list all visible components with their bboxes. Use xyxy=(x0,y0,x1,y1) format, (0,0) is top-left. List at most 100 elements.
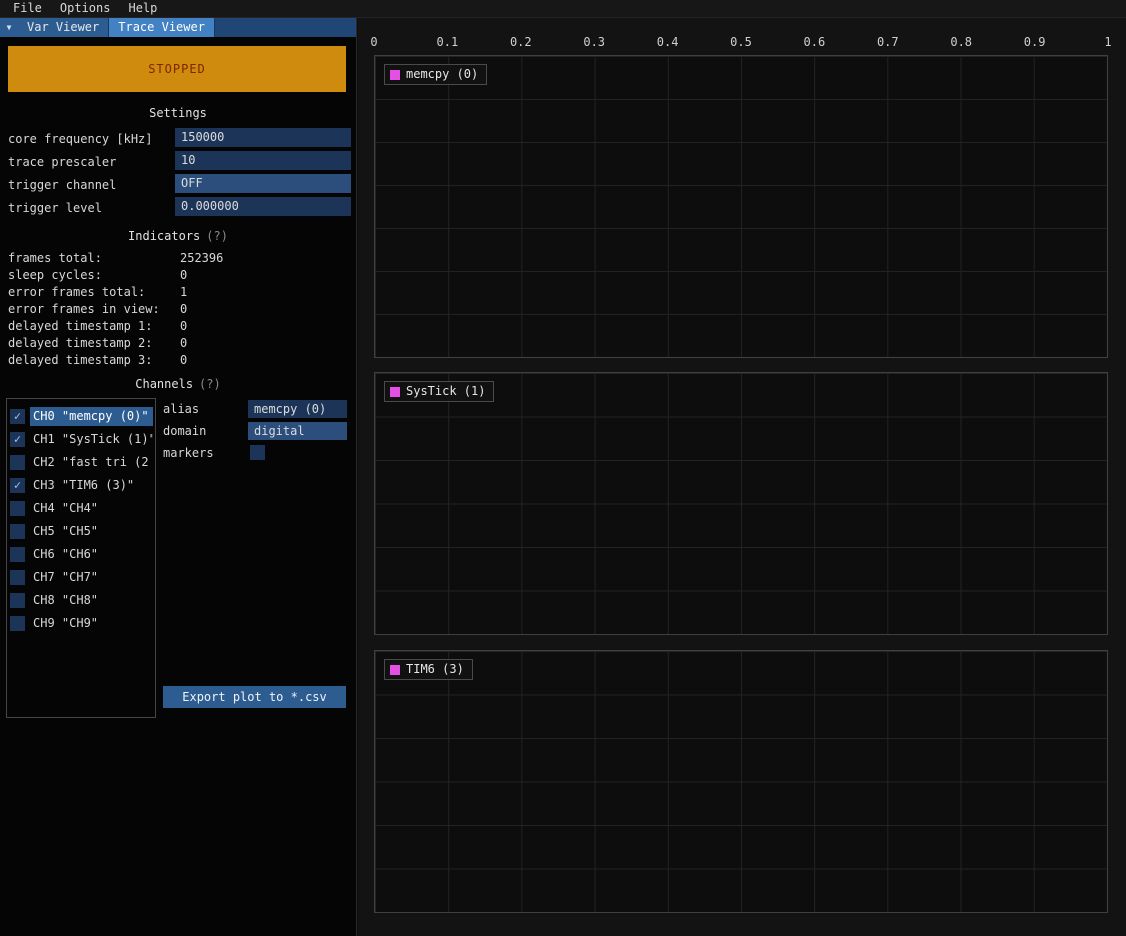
channel-label[interactable]: CH6 "CH6" xyxy=(30,545,153,564)
channel-checkbox[interactable]: ✓ xyxy=(10,409,25,424)
x-axis-tick-label: 0.2 xyxy=(510,35,532,49)
channel-checkbox[interactable] xyxy=(10,616,25,631)
settings-rows: core frequency [kHz] 150000 trace prescale… xyxy=(0,128,356,220)
channel-row: CH8 "CH8" xyxy=(7,589,155,612)
channel-label[interactable]: CH2 "fast tri (2 xyxy=(30,453,153,472)
setting-label: trigger level xyxy=(8,199,102,218)
channel-row: CH2 "fast tri (2 xyxy=(7,451,155,474)
indicator-row: sleep cycles:0 xyxy=(0,267,356,284)
channel-row: ✓ CH0 "memcpy (0)" xyxy=(7,405,155,428)
channel-row: CH4 "CH4" xyxy=(7,497,155,520)
channel-checkbox[interactable] xyxy=(10,593,25,608)
alias-input[interactable]: memcpy (0) xyxy=(248,400,347,418)
indicator-value: 1 xyxy=(180,284,187,301)
setting-input[interactable]: 10 xyxy=(175,151,351,170)
channel-row: CH9 "CH9" xyxy=(7,612,155,635)
channel-row: CH7 "CH7" xyxy=(7,566,155,589)
x-axis-tick-label: 0.9 xyxy=(1024,35,1046,49)
channel-checkbox[interactable] xyxy=(10,570,25,585)
channel-label[interactable]: CH8 "CH8" xyxy=(30,591,153,610)
settings-header-label: Settings xyxy=(149,106,207,120)
indicator-row: error frames total:1 xyxy=(0,284,356,301)
setting-label: core frequency [kHz] xyxy=(8,130,153,149)
settings-header: Settings xyxy=(0,106,356,120)
legend-label: SysTick (1) xyxy=(406,385,485,398)
alias-label: alias xyxy=(163,400,199,418)
channels-header-label: Channels xyxy=(135,377,193,391)
plot-legend[interactable]: TIM6 (3) xyxy=(384,659,473,680)
help-icon[interactable]: (?) xyxy=(199,377,221,391)
channel-checkbox[interactable] xyxy=(10,501,25,516)
menu-item-help[interactable]: Help xyxy=(119,0,166,17)
setting-input[interactable]: 150000 xyxy=(175,128,351,147)
channel-row: ✓ CH1 "SysTick (1)" xyxy=(7,428,155,451)
plot-area: 00.10.20.30.40.50.60.70.80.91 memcpy (0)… xyxy=(358,18,1126,936)
markers-checkbox[interactable] xyxy=(250,445,265,460)
channel-label[interactable]: CH1 "SysTick (1)" xyxy=(30,430,153,449)
channel-row: CH5 "CH5" xyxy=(7,520,155,543)
domain-row: domain digital xyxy=(163,422,346,440)
x-axis-tick-label: 0.3 xyxy=(583,35,605,49)
window-menu-button[interactable]: ▼ xyxy=(0,18,18,37)
indicator-value: 0 xyxy=(180,352,187,369)
chevron-down-icon: ▼ xyxy=(7,23,12,32)
x-axis-tick-label: 0.6 xyxy=(804,35,826,49)
channel-row: ✓ CH3 "TIM6 (3)" xyxy=(7,474,155,497)
x-axis-tick-label: 0.8 xyxy=(950,35,972,49)
domain-combo[interactable]: digital xyxy=(248,422,347,440)
plot-panel-tim6[interactable]: TIM6 (3) xyxy=(374,650,1108,913)
channel-label[interactable]: CH3 "TIM6 (3)" xyxy=(30,476,153,495)
tab-trace-viewer[interactable]: Trace Viewer xyxy=(109,18,215,37)
acquisition-state-button[interactable]: STOPPED xyxy=(8,46,346,92)
indicator-label: delayed timestamp 2: xyxy=(8,335,153,352)
channel-checkbox[interactable]: ✓ xyxy=(10,478,25,493)
app-window: FileOptionsHelp ▼ Var Viewer Trace Viewe… xyxy=(0,0,1126,936)
channel-checkbox[interactable] xyxy=(10,524,25,539)
setting-row: trigger channel OFF xyxy=(0,174,356,197)
menu-bar: FileOptionsHelp xyxy=(0,0,1126,18)
x-axis-tick-label: 0.4 xyxy=(657,35,679,49)
channel-checkbox[interactable] xyxy=(10,455,25,470)
setting-row: trace prescaler 10 xyxy=(0,151,356,174)
channel-checkbox[interactable] xyxy=(10,547,25,562)
indicator-row: frames total:252396 xyxy=(0,250,356,267)
channel-label[interactable]: CH4 "CH4" xyxy=(30,499,153,518)
x-axis-tick-label: 0.7 xyxy=(877,35,899,49)
setting-label: trace prescaler xyxy=(8,153,116,172)
indicator-label: delayed timestamp 3: xyxy=(8,352,153,369)
channel-list: ✓ CH0 "memcpy (0)" ✓ CH1 "SysTick (1)" CH2 "… xyxy=(6,398,156,718)
plot-legend[interactable]: SysTick (1) xyxy=(384,381,494,402)
indicator-rows: frames total:252396sleep cycles:0error f… xyxy=(0,250,356,369)
legend-marker-icon xyxy=(390,665,400,675)
tab-bar: ▼ Var Viewer Trace Viewer xyxy=(0,18,356,37)
channel-label[interactable]: CH5 "CH5" xyxy=(30,522,153,541)
setting-label: trigger channel xyxy=(8,176,116,195)
setting-combo[interactable]: OFF xyxy=(175,174,351,193)
x-axis-tick-label: 1 xyxy=(1104,35,1111,49)
channel-label[interactable]: CH9 "CH9" xyxy=(30,614,153,633)
indicator-value: 0 xyxy=(180,335,187,352)
indicator-label: error frames in view: xyxy=(8,301,160,318)
help-icon[interactable]: (?) xyxy=(206,229,228,243)
indicator-row: delayed timestamp 1:0 xyxy=(0,318,356,335)
menu-item-options[interactable]: Options xyxy=(51,0,120,17)
alias-row: alias memcpy (0) xyxy=(163,400,346,418)
legend-marker-icon xyxy=(390,70,400,80)
domain-label: domain xyxy=(163,422,206,440)
setting-row: trigger level 0.000000 xyxy=(0,197,356,220)
tab-var-viewer[interactable]: Var Viewer xyxy=(18,18,109,37)
plot-panel-systick[interactable]: SysTick (1) xyxy=(374,372,1108,635)
plot-panel-memcpy[interactable]: memcpy (0) xyxy=(374,55,1108,358)
channel-checkbox[interactable]: ✓ xyxy=(10,432,25,447)
plot-legend[interactable]: memcpy (0) xyxy=(384,64,487,85)
indicator-value: 0 xyxy=(180,318,187,335)
channel-label[interactable]: CH7 "CH7" xyxy=(30,568,153,587)
menu-item-file[interactable]: File xyxy=(4,0,51,17)
setting-input[interactable]: 0.000000 xyxy=(175,197,351,216)
channel-label[interactable]: CH0 "memcpy (0)" xyxy=(30,407,153,426)
setting-row: core frequency [kHz] 150000 xyxy=(0,128,356,151)
legend-label: memcpy (0) xyxy=(406,68,478,81)
indicator-row: delayed timestamp 3: 0 xyxy=(0,352,356,369)
export-csv-button[interactable]: Export plot to *.csv xyxy=(163,686,346,708)
x-axis-tick-label: 0 xyxy=(370,35,377,49)
